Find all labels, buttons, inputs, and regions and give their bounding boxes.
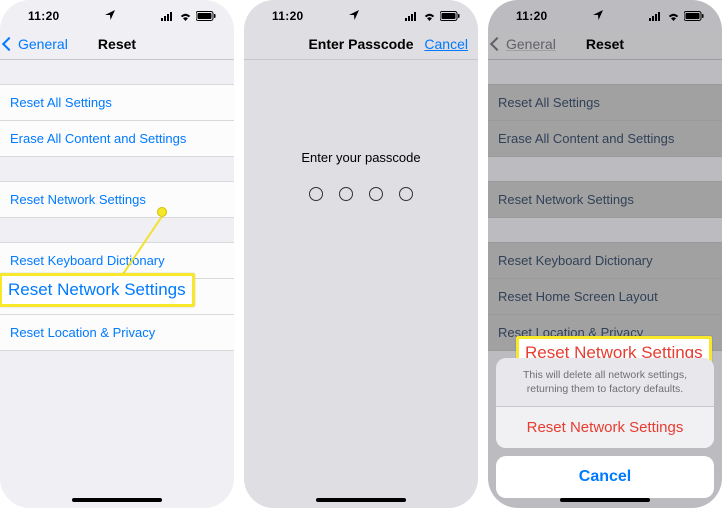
location-icon <box>105 9 115 23</box>
chevron-left-icon <box>4 36 16 52</box>
nav-bar: Enter Passcode Cancel <box>244 28 478 60</box>
home-indicator[interactable] <box>560 498 650 502</box>
status-time: 11:20 <box>272 9 304 23</box>
settings-list: Reset All Settings Erase All Content and… <box>0 60 234 351</box>
reset-location-privacy[interactable]: Reset Location & Privacy <box>0 315 234 351</box>
back-label: General <box>18 36 68 52</box>
phone-screen-1: 11:20 General Reset Reset All Settings E… <box>0 0 234 508</box>
nav-title: Enter Passcode <box>308 36 413 52</box>
callout-marker <box>157 207 167 217</box>
sheet-message: This will delete all network settings, r… <box>496 358 714 407</box>
phone-screen-2: 11:20 Enter Passcode Cancel Enter your p… <box>244 0 478 508</box>
status-bar: 11:20 <box>0 0 234 28</box>
wifi-icon <box>179 12 192 21</box>
passcode-dot <box>399 187 413 201</box>
callout-reset-network: Reset Network Settings <box>0 273 195 307</box>
home-indicator[interactable] <box>72 498 162 502</box>
nav-bar: General Reset <box>0 28 234 60</box>
erase-all-content[interactable]: Erase All Content and Settings <box>0 121 234 157</box>
passcode-prompt: Enter your passcode <box>301 150 420 165</box>
signal-icon <box>405 12 419 21</box>
phone-screen-3: 11:20 General Reset Reset All Settings E… <box>488 0 722 508</box>
sheet-destructive-action[interactable]: Reset Network Settings <box>496 407 714 448</box>
status-icons <box>161 11 216 21</box>
passcode-dot <box>369 187 383 201</box>
wifi-icon <box>423 12 436 21</box>
reset-network-settings[interactable]: Reset Network Settings <box>0 181 234 218</box>
sheet-card: This will delete all network settings, r… <box>496 358 714 448</box>
passcode-dots[interactable] <box>309 187 413 201</box>
passcode-body: Enter your passcode <box>244 60 478 508</box>
battery-icon <box>440 11 460 21</box>
sheet-cancel-button[interactable]: Cancel <box>496 456 714 498</box>
cancel-button[interactable]: Cancel <box>424 28 468 59</box>
back-button[interactable]: General <box>4 28 68 59</box>
nav-title: Reset <box>98 36 136 52</box>
signal-icon <box>161 12 175 21</box>
status-time: 11:20 <box>28 9 60 23</box>
battery-icon <box>196 11 216 21</box>
status-icons <box>405 11 460 21</box>
reset-all-settings[interactable]: Reset All Settings <box>0 84 234 121</box>
passcode-dot <box>309 187 323 201</box>
status-bar: 11:20 <box>244 0 478 28</box>
action-sheet: This will delete all network settings, r… <box>496 358 714 498</box>
home-indicator[interactable] <box>316 498 406 502</box>
passcode-dot <box>339 187 353 201</box>
location-icon <box>349 9 359 23</box>
